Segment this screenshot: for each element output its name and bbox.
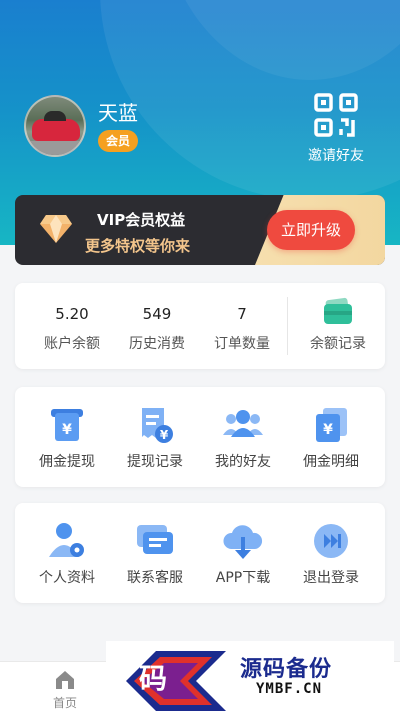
stat-orders[interactable]: 7 订单数量 [199,283,285,369]
watermark-url: YMBF.CN [256,681,323,697]
watermark-logo [126,651,226,711]
menu-card-account: 个人资料 联系客服 APP下载 退出登录 [15,503,385,603]
home-icon [56,671,74,689]
svg-text:¥: ¥ [323,422,333,438]
menu-label: 个人资料 [39,570,95,586]
account-stats: 5.20 账户余额 549 历史消费 7 订单数量 余额记录 [15,283,385,369]
svg-text:¥: ¥ [160,428,169,442]
menu-commission-detail[interactable]: ¥ 佣金明细 [289,387,373,487]
menu-withdraw-record[interactable]: ¥ 提现记录 [113,387,197,487]
stat-label: 账户余额 [44,336,100,352]
divider [287,297,288,355]
wallet-icon [324,297,352,324]
service-icon [137,525,173,554]
qrcode-icon [314,93,358,137]
svg-text:¥: ¥ [62,422,72,438]
menu-label: 退出登录 [303,570,359,586]
friends-icon [223,410,263,437]
balance-record-button[interactable]: 余额记录 [291,283,385,369]
tab-home[interactable]: 首页 [30,670,100,711]
menu-friends[interactable]: 我的好友 [201,387,285,487]
stat-value: 5.20 [55,305,89,323]
stat-label: 订单数量 [214,336,270,352]
vip-card[interactable]: VIP会员权益 更多特权等你来 立即升级 [15,195,385,265]
watermark-glyph: 码 [139,662,168,695]
stat-value: 7 [237,305,247,323]
download-icon [223,525,263,559]
tab-home-label: 首页 [52,696,77,710]
menu-app-download[interactable]: APP下载 [201,503,285,603]
invite-label: 邀请好友 [308,148,364,164]
menu-label: 佣金提现 [39,454,95,470]
user-profile[interactable]: 天蓝 会员 [24,94,139,158]
commission-icon: ¥ [316,408,347,442]
record-icon: ¥ [142,408,173,443]
menu-label: 佣金明细 [303,454,359,470]
invite-friends-button[interactable]: 邀请好友 [304,93,368,165]
diamond-icon [40,215,72,243]
menu-label: 提现记录 [127,454,183,470]
upgrade-button[interactable]: 立即升级 [267,210,355,250]
menu-customer-service[interactable]: 联系客服 [113,503,197,603]
menu-logout[interactable]: 退出登录 [289,503,373,603]
watermark-banner: 码 源码备份 YMBF.CN [106,641,394,719]
stat-history[interactable]: 549 历史消费 [114,283,200,369]
menu-label: 我的好友 [215,454,271,470]
menu-card-finance: ¥ 佣金提现 ¥ 提现记录 我的好友 ¥ 佣金明细 [15,387,385,487]
balance-record-label: 余额记录 [310,336,366,352]
vip-title: VIP会员权益 [97,211,186,229]
avatar[interactable] [24,95,86,157]
member-badge: 会员 [98,130,139,152]
username: 天蓝 [98,101,138,125]
watermark-title: 源码备份 [240,656,333,682]
menu-profile[interactable]: 个人资料 [25,503,109,603]
withdraw-icon: ¥ [51,409,83,441]
logout-icon [314,524,348,558]
menu-withdraw[interactable]: ¥ 佣金提现 [25,387,109,487]
stat-value: 549 [142,305,172,323]
vip-subtitle: 更多特权等你来 [85,237,191,255]
stat-balance[interactable]: 5.20 账户余额 [29,283,115,369]
menu-label: 联系客服 [127,570,183,586]
stat-label: 历史消费 [129,336,185,352]
menu-label: APP下载 [215,570,271,586]
profile-icon [49,523,84,557]
